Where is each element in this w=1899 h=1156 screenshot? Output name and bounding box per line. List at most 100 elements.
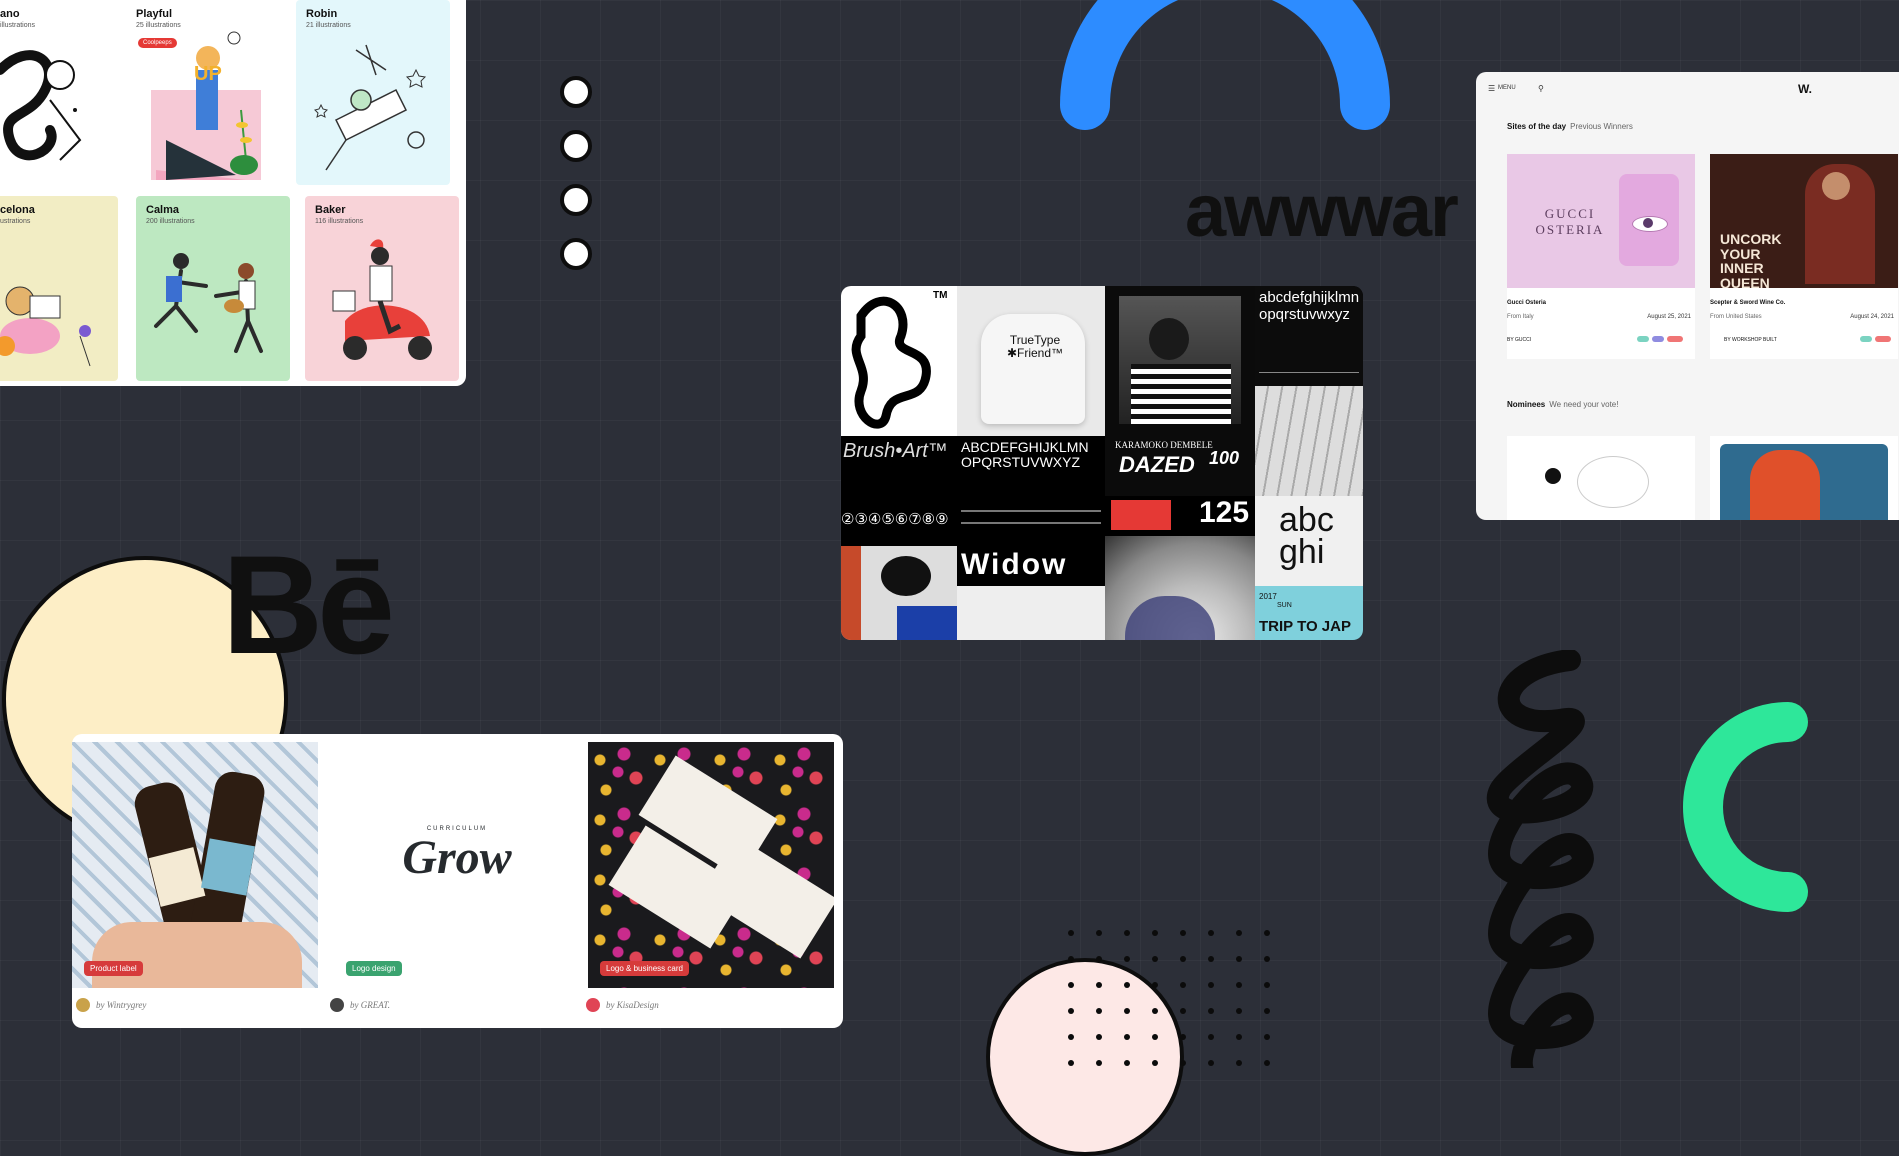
collage-tile-widow[interactable]: Widow (957, 546, 1105, 640)
project-tag: Product label (84, 961, 143, 976)
card-count: 200 illustrations (146, 218, 195, 225)
grid-dot (1068, 1034, 1074, 1040)
year-label: 2017 (1259, 592, 1277, 601)
dot-3 (560, 184, 592, 216)
project-credit[interactable]: by GREAT. (330, 998, 390, 1012)
card-title: Calma (146, 204, 180, 216)
grid-dot (1124, 1008, 1130, 1014)
grow-logo-text: Grow (402, 831, 512, 884)
illustration-card-ano[interactable]: ano illustrations (0, 0, 118, 185)
grid-dot (1124, 1060, 1130, 1066)
grid-dot (1152, 1060, 1158, 1066)
dazed-number: 100 (1209, 448, 1240, 468)
collage-tile-125[interactable]: 125 (1105, 496, 1255, 536)
sun-label: SUN (1277, 602, 1292, 609)
avatar (586, 998, 600, 1012)
collage-tile-blob[interactable]: TM (841, 286, 957, 436)
squiggle-shape (1486, 650, 1594, 1068)
grid-dot (1236, 1034, 1242, 1040)
widow-text: Widow (961, 548, 1068, 581)
lowercase-alphabet: abcdefghijklmn opqrstuvwxyz (1259, 289, 1360, 323)
collage-tile-keyboard[interactable] (1255, 386, 1363, 496)
previous-winners-link[interactable]: Previous Winners (1570, 122, 1633, 131)
grid-dot (1236, 982, 1242, 988)
green-arc-shape (1683, 702, 1808, 912)
grid-dot (1208, 956, 1214, 962)
card-title: Robin (306, 8, 338, 20)
grid-dot (1236, 930, 1242, 936)
grid-dot (1180, 1008, 1186, 1014)
collage-tile-portrait[interactable]: KARAMOKO DEMBELE DAZED 100 (1105, 286, 1255, 496)
collage-tile-brushart[interactable]: Brush•Art™ (841, 436, 957, 496)
hamburger-icon[interactable]: ☰ (1488, 84, 1495, 93)
grid-dot (1124, 1034, 1130, 1040)
dot-4 (560, 238, 592, 270)
illustration-card-robin[interactable]: Robin 21 illustrations (296, 0, 450, 185)
project-credit[interactable]: by KisaDesign (586, 998, 659, 1012)
illustration-image (314, 44, 427, 171)
grid-dot (1068, 982, 1074, 988)
trip-label: TRIP TO JAP (1259, 618, 1351, 635)
grid-dot (1208, 1034, 1214, 1040)
collage-tile-lowercase[interactable]: abcdefghijklmn opqrstuvwxyz (1255, 286, 1363, 386)
grid-dot (1096, 956, 1102, 962)
illustration-image (332, 239, 432, 360)
site-tags (1637, 336, 1683, 342)
project-credit[interactable]: by Wintrygrey (76, 998, 146, 1012)
site-thumbnail: GUCCI OSTERIA (1507, 154, 1695, 288)
sites-of-day-label: Sites of the day (1507, 122, 1567, 131)
menu-label[interactable]: MENU (1498, 85, 1516, 91)
tm-mark: TM (933, 290, 948, 301)
project-image-cards[interactable]: Logo & business card (588, 742, 834, 988)
avatar (330, 998, 344, 1012)
nominee-card-2[interactable] (1710, 436, 1898, 520)
abc-ghi-text: abc ghi (1279, 501, 1334, 572)
card-count: 25 illustrations (136, 22, 181, 29)
grid-dot (1208, 1008, 1214, 1014)
search-icon[interactable]: ⚲ (1538, 84, 1544, 93)
number-125: 125 (1199, 496, 1250, 529)
nominees-label: Nominees (1507, 400, 1546, 409)
illustrations-panel: ano illustrations Playful 25 illustratio… (0, 0, 466, 386)
collage-tile-glyphs[interactable] (957, 496, 1105, 546)
nominee-card-1[interactable] (1507, 436, 1695, 520)
collage-tile-abc[interactable]: abc ghi (1255, 496, 1363, 586)
dot-1 (560, 76, 592, 108)
grid-dot (1208, 1060, 1214, 1066)
illustration-card-barcelona[interactable]: celona ustrations (0, 196, 118, 381)
illustration-card-playful[interactable]: Playful 25 illustrations Coolpeeps UP (126, 0, 280, 185)
site-card-gucci[interactable]: GUCCI OSTERIA Gucci Osteria From Italy A… (1507, 154, 1695, 359)
illustration-card-calma[interactable]: Calma 200 illustrations (136, 196, 290, 381)
grid-dot (1236, 956, 1242, 962)
illustration-image (0, 50, 82, 161)
grid-dot (1096, 1034, 1102, 1040)
illustration-card-baker[interactable]: Baker 116 illustrations (305, 196, 459, 381)
grid-dot (1180, 1060, 1186, 1066)
typography-collage: TM TrueType ✱Friend™ KARAMOKO DEMBELE DA… (841, 286, 1363, 640)
site-card-scepter[interactable]: UNCORK YOUR INNER QUEEN Scepter & Sword … (1710, 154, 1898, 359)
grid-dot (1152, 956, 1158, 962)
grid-dot (1096, 982, 1102, 988)
site-country: From Italy (1507, 314, 1534, 320)
collage-tile-uppercase[interactable]: ABCDEFGHIJKLMN OPQRSTUVWXYZ (957, 436, 1105, 496)
grid-dot (1096, 1008, 1102, 1014)
project-image-grow[interactable]: Grow CURRICULUM Logo design (334, 742, 580, 988)
collage-tile-abstract[interactable] (841, 546, 957, 640)
illustration-image: UP (151, 31, 261, 180)
svg-text:UP: UP (194, 63, 222, 85)
grid-dot (1068, 930, 1074, 936)
awwwards-logo[interactable]: W. (1798, 82, 1812, 96)
collage-tile-burst[interactable] (1105, 536, 1255, 640)
grid-dot (1264, 1008, 1270, 1014)
card-count: ustrations (0, 218, 31, 225)
illustration-image (154, 253, 263, 353)
collage-tile-sweatshirt[interactable]: TrueType ✱Friend™ (957, 286, 1105, 436)
collage-tile-numbers[interactable]: ②③④⑤⑥⑦⑧⑨ (841, 496, 957, 546)
grid-dot (1068, 1008, 1074, 1014)
collage-tile-trip[interactable]: 2017 SUN TRIP TO JAP (1255, 586, 1363, 640)
card-title: Playful (136, 8, 173, 20)
card-title: ano (0, 8, 20, 20)
grid-dot (1124, 956, 1130, 962)
site-author: BY WORKSHOP BUILT (1724, 337, 1777, 343)
project-image-beer[interactable]: Product label (72, 742, 318, 988)
